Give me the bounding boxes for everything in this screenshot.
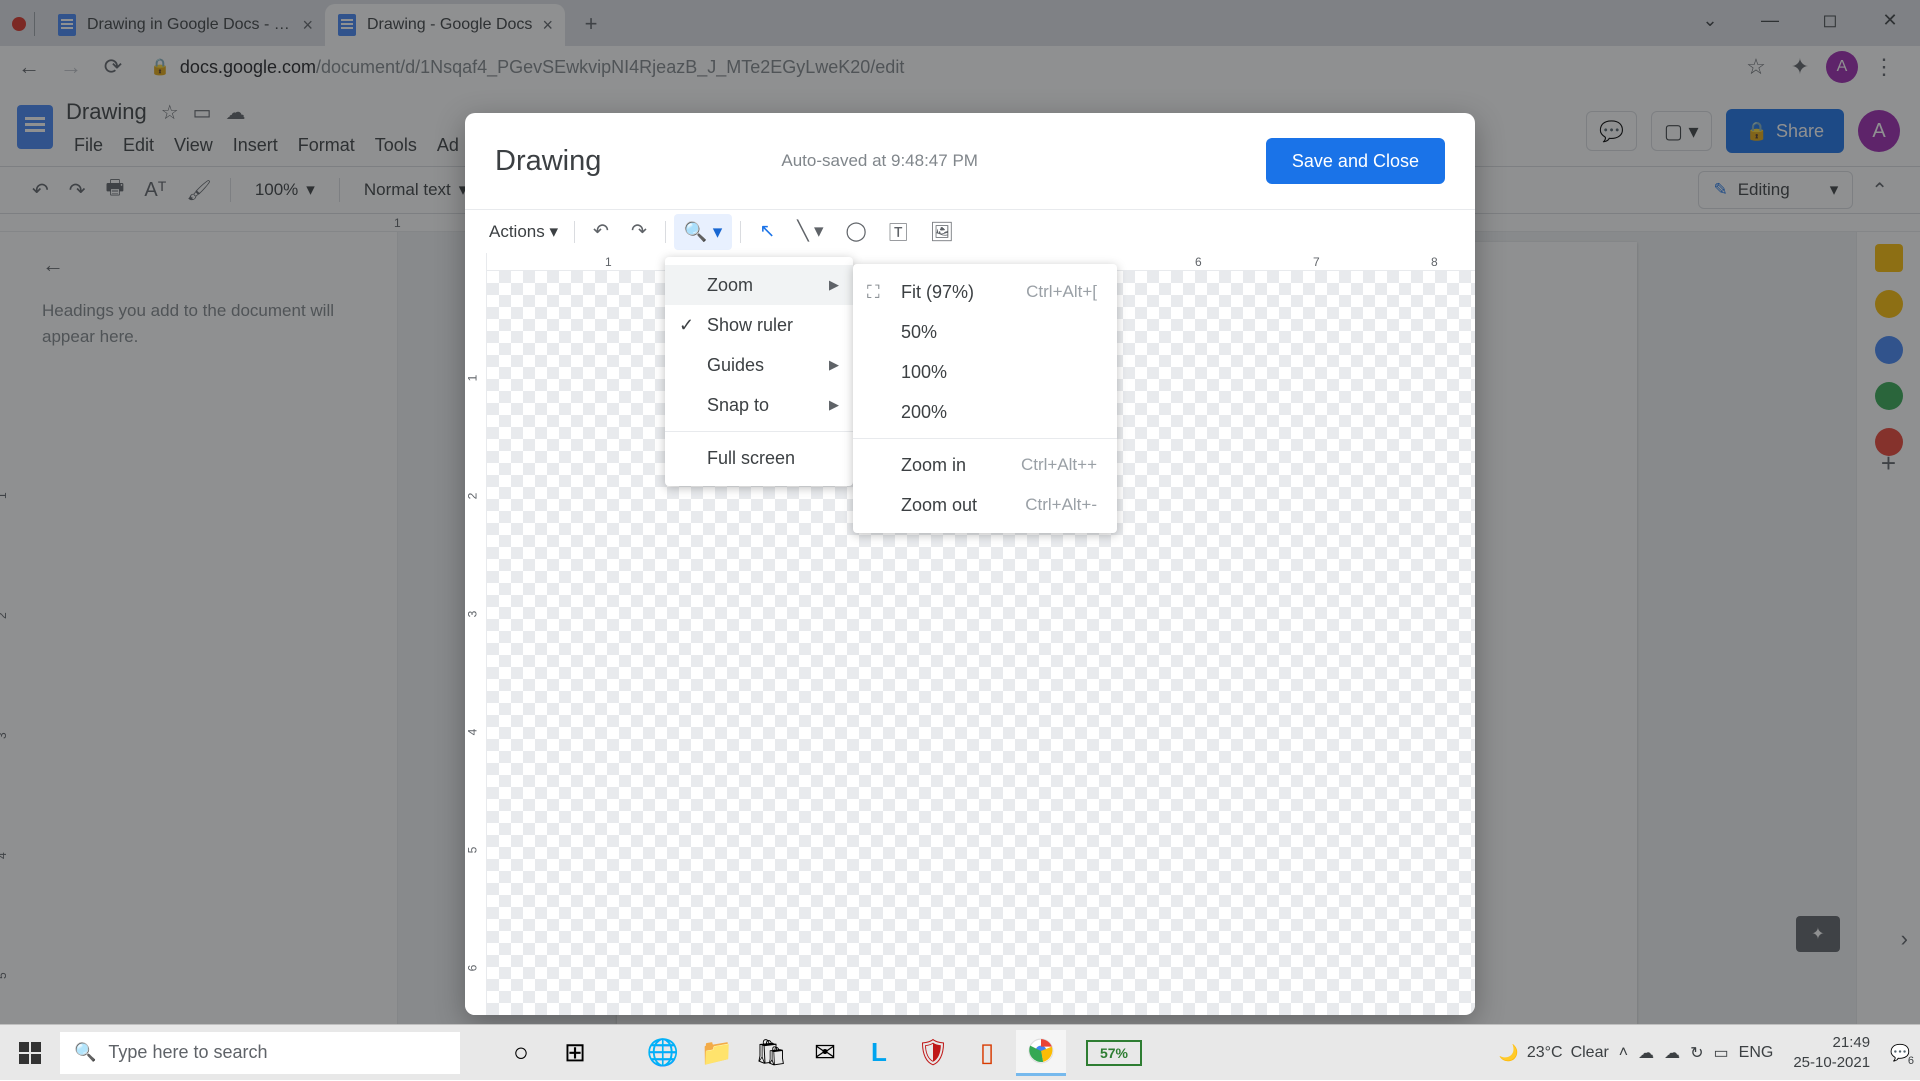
- notifications-icon[interactable]: 💬6: [1890, 1043, 1910, 1063]
- image-tool-icon[interactable]: 🖼: [920, 214, 964, 250]
- app-l-icon[interactable]: L: [854, 1030, 904, 1076]
- check-icon: ✓: [679, 315, 694, 336]
- zoom-50[interactable]: 50%: [853, 312, 1117, 352]
- windows-taskbar: 🔍 Type here to search ○ ⊞ 🌐 📁 🛍 ✉ L 🛡 ▯ …: [0, 1024, 1920, 1080]
- submenu-arrow-icon: ▶: [829, 397, 839, 413]
- zoom-in[interactable]: Zoom in Ctrl+Alt++: [853, 445, 1117, 485]
- menu-item-full-screen[interactable]: Full screen: [665, 438, 853, 478]
- cortana-icon[interactable]: ○: [496, 1030, 546, 1076]
- zoom-submenu: ⛶ Fit (97%) Ctrl+Alt+[ 50% 100% 200% Zoo…: [853, 264, 1117, 533]
- clock[interactable]: 21:49 25-10-2021: [1783, 1033, 1880, 1072]
- chrome-icon[interactable]: [1016, 1030, 1066, 1076]
- view-dropdown-menu: Zoom ▶ ✓ Show ruler Guides ▶ Snap to ▶ F…: [665, 257, 853, 486]
- cloud-icon[interactable]: ☁: [1664, 1043, 1680, 1063]
- zoom-out[interactable]: Zoom out Ctrl+Alt+-: [853, 485, 1117, 525]
- taskbar-search[interactable]: 🔍 Type here to search: [60, 1032, 460, 1074]
- search-placeholder: Type here to search: [108, 1042, 267, 1063]
- weather-widget[interactable]: 🌙 23°C Clear: [1499, 1043, 1609, 1063]
- autosave-status: Auto-saved at 9:48:47 PM: [781, 151, 978, 171]
- textbox-tool-icon[interactable]: 🅃: [879, 212, 918, 251]
- redo-icon[interactable]: ↷: [621, 214, 657, 249]
- zoom-fit[interactable]: ⛶ Fit (97%) Ctrl+Alt+[: [853, 272, 1117, 312]
- menu-item-snap-to[interactable]: Snap to ▶: [665, 385, 853, 425]
- battery-icon[interactable]: ▭: [1714, 1043, 1729, 1063]
- battery-indicator[interactable]: 57%: [1086, 1040, 1142, 1066]
- drawing-toolbar: Actions ▾ ↶ ↷ 🔍 ▾ ↖ ╲ ▾ ◯ 🅃 🖼: [465, 209, 1475, 253]
- start-button[interactable]: [0, 1025, 60, 1081]
- select-tool-icon[interactable]: ↖: [749, 214, 785, 249]
- edge-icon[interactable]: 🌐: [638, 1030, 688, 1076]
- office-icon[interactable]: ▯: [962, 1030, 1012, 1076]
- submenu-arrow-icon: ▶: [829, 277, 839, 293]
- actions-menu-button[interactable]: Actions ▾: [481, 216, 566, 248]
- task-view-icon[interactable]: ⊞: [550, 1030, 600, 1076]
- undo-icon[interactable]: ↶: [583, 214, 619, 249]
- update-icon[interactable]: ↻: [1690, 1043, 1703, 1063]
- shape-tool-icon[interactable]: ◯: [836, 214, 877, 249]
- line-tool-icon[interactable]: ╲ ▾: [787, 214, 833, 249]
- explorer-icon[interactable]: 📁: [692, 1030, 742, 1076]
- tray-chevron-icon[interactable]: ˄: [1619, 1044, 1628, 1062]
- zoom-200[interactable]: 200%: [853, 392, 1117, 432]
- menu-item-show-ruler[interactable]: ✓ Show ruler: [665, 305, 853, 345]
- zoom-tool-button[interactable]: 🔍 ▾: [674, 214, 732, 250]
- save-and-close-button[interactable]: Save and Close: [1266, 138, 1445, 184]
- submenu-arrow-icon: ▶: [829, 357, 839, 373]
- onedrive-icon[interactable]: ☁: [1638, 1043, 1654, 1063]
- menu-item-guides[interactable]: Guides ▶: [665, 345, 853, 385]
- drawing-ruler-vertical: 1 2 3 4 5 6: [465, 253, 487, 1015]
- store-icon[interactable]: 🛍: [746, 1030, 796, 1076]
- search-icon: 🔍: [74, 1042, 96, 1063]
- mcafee-icon[interactable]: 🛡: [908, 1030, 958, 1076]
- moon-icon: 🌙: [1499, 1043, 1519, 1063]
- language-indicator[interactable]: ENG: [1739, 1044, 1774, 1062]
- dialog-title: Drawing: [495, 145, 601, 178]
- zoom-100[interactable]: 100%: [853, 352, 1117, 392]
- menu-item-zoom[interactable]: Zoom ▶: [665, 265, 853, 305]
- mail-icon[interactable]: ✉: [800, 1030, 850, 1076]
- drawing-dialog: Drawing Auto-saved at 9:48:47 PM Save an…: [465, 113, 1475, 1015]
- fit-icon: ⛶: [867, 282, 880, 303]
